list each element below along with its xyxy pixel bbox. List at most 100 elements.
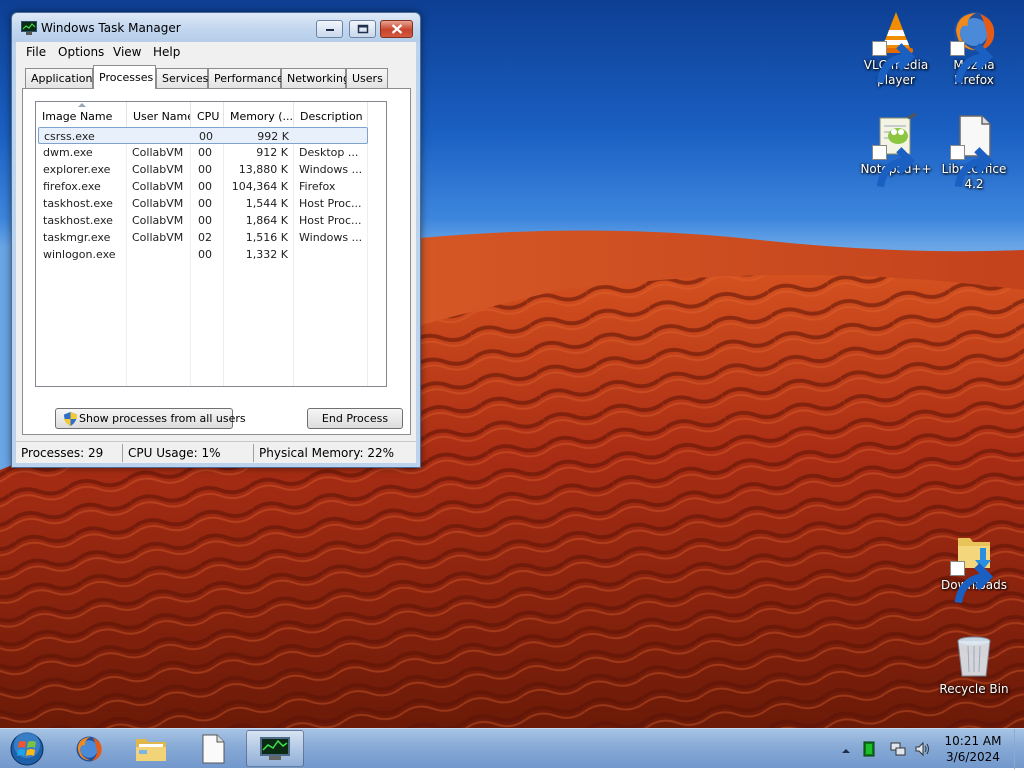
column-header-cpu[interactable]: CPU bbox=[191, 102, 224, 126]
shortcut-arrow-icon bbox=[950, 145, 994, 188]
cell-user: CollabVM bbox=[132, 180, 184, 193]
task-manager-window[interactable]: Windows Task Manager File Options View H… bbox=[11, 12, 421, 468]
uac-shield-icon bbox=[64, 412, 77, 426]
close-icon bbox=[391, 24, 402, 34]
tab-services[interactable]: Services bbox=[156, 68, 208, 88]
cell-memory: 104,364 K bbox=[231, 180, 288, 193]
cell-user: CollabVM bbox=[132, 214, 184, 227]
desktop-icon-firefox[interactable]: Mozilla Firefox bbox=[936, 8, 1012, 88]
status-separator bbox=[122, 444, 123, 462]
sort-ascending-icon bbox=[78, 103, 86, 107]
cell-name: taskmgr.exe bbox=[43, 231, 111, 244]
cell-cpu: 00 bbox=[198, 197, 212, 210]
cell-cpu: 00 bbox=[198, 180, 212, 193]
minimize-button[interactable] bbox=[316, 20, 343, 38]
close-button[interactable] bbox=[380, 20, 413, 38]
desktop-icon-recycle-bin[interactable]: Recycle Bin bbox=[936, 632, 1012, 697]
cell-description: Host Proc... bbox=[299, 197, 362, 210]
taskbar-document-button[interactable] bbox=[184, 730, 242, 767]
shortcut-arrow-icon bbox=[872, 41, 916, 84]
column-header-description[interactable]: Description bbox=[294, 102, 368, 126]
end-process-button[interactable]: End Process bbox=[307, 408, 403, 429]
menu-options[interactable]: Options bbox=[58, 45, 104, 59]
tab-users[interactable]: Users bbox=[346, 68, 388, 88]
task-manager-icon bbox=[21, 21, 37, 35]
table-row[interactable]: dwm.exe CollabVM 00 912 K Desktop ... bbox=[38, 144, 368, 161]
recycle-bin-icon bbox=[957, 636, 991, 677]
menu-view[interactable]: View bbox=[113, 45, 141, 59]
cell-name: firefox.exe bbox=[43, 180, 101, 193]
cell-cpu: 02 bbox=[198, 231, 212, 244]
taskbar-firefox-button[interactable] bbox=[60, 730, 118, 767]
cell-description: Host Proc... bbox=[299, 214, 362, 227]
column-header-user-name[interactable]: User Name bbox=[127, 102, 191, 126]
cell-name: csrss.exe bbox=[44, 130, 95, 143]
network-icon[interactable] bbox=[890, 741, 906, 757]
table-row[interactable]: taskmgr.exe CollabVM 02 1,516 K Windows ... bbox=[38, 229, 368, 246]
menu-help[interactable]: Help bbox=[153, 45, 180, 59]
start-button[interactable] bbox=[7, 730, 47, 768]
system-clock[interactable]: 10:21 AM 3/6/2024 bbox=[938, 733, 1008, 765]
table-row[interactable]: firefox.exe CollabVM 00 104,364 K Firefox bbox=[38, 178, 368, 195]
column-header-image-name[interactable]: Image Name bbox=[36, 102, 127, 126]
title-bar[interactable]: Windows Task Manager bbox=[12, 13, 420, 43]
maximize-button[interactable] bbox=[349, 20, 376, 38]
table-row[interactable]: csrss.exe 00 992 K bbox=[38, 127, 368, 144]
shortcut-arrow-icon bbox=[950, 41, 994, 84]
taskbar-explorer-button[interactable] bbox=[122, 730, 180, 767]
desktop-icon-downloads[interactable]: Downloads bbox=[936, 528, 1012, 604]
cell-cpu: 00 bbox=[199, 130, 213, 143]
show-desktop-button[interactable] bbox=[1014, 729, 1024, 769]
tab-processes[interactable]: Processes bbox=[93, 65, 156, 89]
start-orb-icon bbox=[10, 732, 44, 766]
cell-description: Windows ... bbox=[299, 231, 363, 244]
status-separator bbox=[253, 444, 254, 462]
cell-name: dwm.exe bbox=[43, 146, 93, 159]
cell-name: taskhost.exe bbox=[43, 197, 113, 210]
taskbar-task-manager-button[interactable] bbox=[246, 730, 304, 767]
table-row[interactable]: explorer.exe CollabVM 00 13,880 K Windows ..… bbox=[38, 161, 368, 178]
desktop-icon-vlc[interactable]: VLC media player bbox=[858, 8, 934, 88]
table-row[interactable]: taskhost.exe CollabVM 00 1,544 K Host Proc..… bbox=[38, 195, 368, 212]
minimize-icon bbox=[325, 29, 334, 31]
show-hidden-icons-chevron[interactable] bbox=[838, 743, 854, 759]
explorer-folder-icon bbox=[136, 738, 166, 761]
clock-time: 10:21 AM bbox=[944, 734, 1002, 748]
tab-networking[interactable]: Networking bbox=[281, 68, 350, 88]
desktop-icon-libreoffice[interactable]: LibreOffice 4.2 bbox=[936, 112, 1012, 192]
desktop-icon-label: Recycle Bin bbox=[939, 682, 1009, 696]
cell-name: explorer.exe bbox=[43, 163, 111, 176]
firefox-icon bbox=[76, 736, 102, 761]
table-row[interactable]: taskhost.exe CollabVM 00 1,864 K Host Proc..… bbox=[38, 212, 368, 229]
status-bar: Processes: 29 CPU Usage: 1% Physical Mem… bbox=[16, 441, 416, 463]
cell-memory: 992 K bbox=[257, 130, 289, 143]
desktop-icon-notepadpp[interactable]: Notepad++ bbox=[858, 112, 934, 188]
window-body: Applications Processes Services Performa… bbox=[16, 62, 416, 445]
cell-description: Windows ... bbox=[299, 163, 363, 176]
tab-performance[interactable]: Performance bbox=[208, 68, 284, 88]
cell-memory: 1,544 K bbox=[245, 197, 288, 210]
clock-date: 3/6/2024 bbox=[946, 750, 1000, 764]
menu-file[interactable]: File bbox=[26, 45, 46, 59]
green-app-icon[interactable] bbox=[861, 741, 877, 757]
column-header-memory[interactable]: Memory (... bbox=[224, 102, 294, 126]
cell-memory: 13,880 K bbox=[238, 163, 288, 176]
tab-applications[interactable]: Applications bbox=[25, 68, 98, 88]
document-icon bbox=[202, 734, 225, 763]
menu-bar: File Options View Help bbox=[16, 42, 416, 62]
cell-user: CollabVM bbox=[132, 197, 184, 210]
cell-user: CollabVM bbox=[132, 146, 184, 159]
shortcut-arrow-icon bbox=[872, 145, 916, 188]
cell-memory: 1,332 K bbox=[245, 248, 288, 261]
cell-memory: 912 K bbox=[256, 146, 288, 159]
process-list[interactable]: Image Name User Name CPU Memory (... Des… bbox=[35, 101, 387, 387]
cell-memory: 1,516 K bbox=[245, 231, 288, 244]
volume-icon[interactable] bbox=[914, 741, 930, 757]
cell-name: taskhost.exe bbox=[43, 214, 113, 227]
cell-cpu: 00 bbox=[198, 248, 212, 261]
task-manager-icon bbox=[260, 736, 290, 760]
cell-user: CollabVM bbox=[132, 231, 184, 244]
show-all-processes-button[interactable]: Show processes from all users bbox=[55, 408, 246, 429]
window-title: Windows Task Manager bbox=[41, 21, 181, 35]
table-row[interactable]: winlogon.exe 00 1,332 K bbox=[38, 246, 368, 263]
